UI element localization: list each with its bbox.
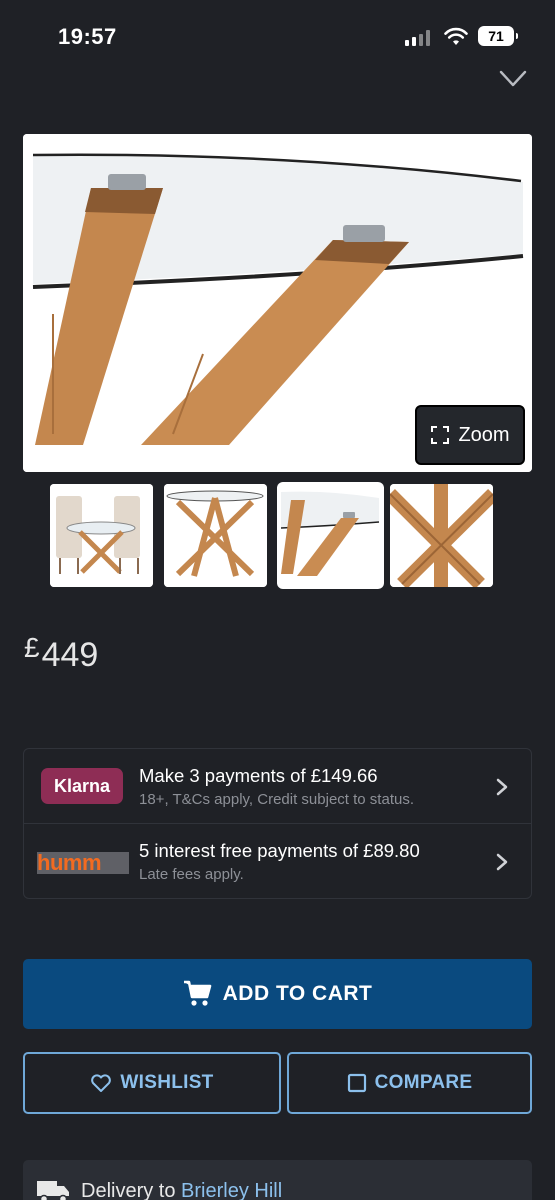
heart-icon xyxy=(91,1074,112,1092)
wifi-icon xyxy=(444,27,468,45)
humm-logo: humm xyxy=(37,852,129,874)
product-main-image[interactable]: Zoom xyxy=(23,134,532,472)
klarna-title: Make 3 payments of £149.66 xyxy=(139,765,378,786)
status-time: 19:57 xyxy=(58,24,117,49)
thumbnail-strip xyxy=(50,484,500,587)
truck-icon xyxy=(37,1181,69,1200)
klarna-logo: Klarna xyxy=(41,768,123,804)
thumbnail-4[interactable] xyxy=(390,484,493,587)
add-to-cart-label: ADD TO CART xyxy=(222,982,373,1005)
battery-indicator: 71 xyxy=(478,26,518,46)
product-price: £ 449 xyxy=(24,628,98,675)
delivery-location-link[interactable]: Brierley Hill xyxy=(181,1180,282,1200)
wishlist-button[interactable]: WISHLIST xyxy=(23,1052,281,1114)
zoom-button[interactable]: Zoom xyxy=(415,405,525,465)
finance-options: Klarna Make 3 payments of £149.66 18+, T… xyxy=(23,748,532,899)
chevron-right-icon xyxy=(496,778,508,796)
heart-outline-icon[interactable] xyxy=(498,62,528,90)
wishlist-label: WISHLIST xyxy=(120,1072,214,1093)
compare-button[interactable]: COMPARE xyxy=(287,1052,532,1114)
zoom-label: Zoom xyxy=(458,423,510,446)
humm-logo-text: humm xyxy=(37,852,102,874)
thumbnail-1[interactable] xyxy=(50,484,153,587)
delivery-text: Delivery to Brierley Hill xyxy=(81,1180,282,1200)
price-value: 449 xyxy=(41,636,99,674)
chevron-right-icon xyxy=(496,853,508,871)
status-bar: 19:57 71 xyxy=(0,0,555,70)
thumbnail-3[interactable] xyxy=(279,484,382,587)
humm-subtitle: Late fees apply. xyxy=(139,866,244,883)
checkbox-icon xyxy=(347,1073,366,1093)
fullscreen-icon xyxy=(431,426,450,444)
add-to-cart-button[interactable]: ADD TO CART xyxy=(23,959,532,1029)
delivery-prefix: Delivery to xyxy=(81,1180,182,1200)
cellular-signal-icon xyxy=(405,30,433,46)
thumbnail-2[interactable] xyxy=(164,484,267,587)
compare-label: COMPARE xyxy=(374,1072,473,1093)
humm-title: 5 interest free payments of £89.80 xyxy=(139,840,420,861)
klarna-option[interactable]: Klarna Make 3 payments of £149.66 18+, T… xyxy=(24,749,531,824)
klarna-subtitle: 18+, T&Cs apply, Credit subject to statu… xyxy=(139,791,414,808)
humm-option[interactable]: humm 5 interest free payments of £89.80 … xyxy=(24,824,531,899)
cart-icon xyxy=(183,980,211,1006)
price-currency: £ xyxy=(24,632,40,663)
delivery-section[interactable]: Delivery to Brierley Hill xyxy=(23,1160,532,1200)
